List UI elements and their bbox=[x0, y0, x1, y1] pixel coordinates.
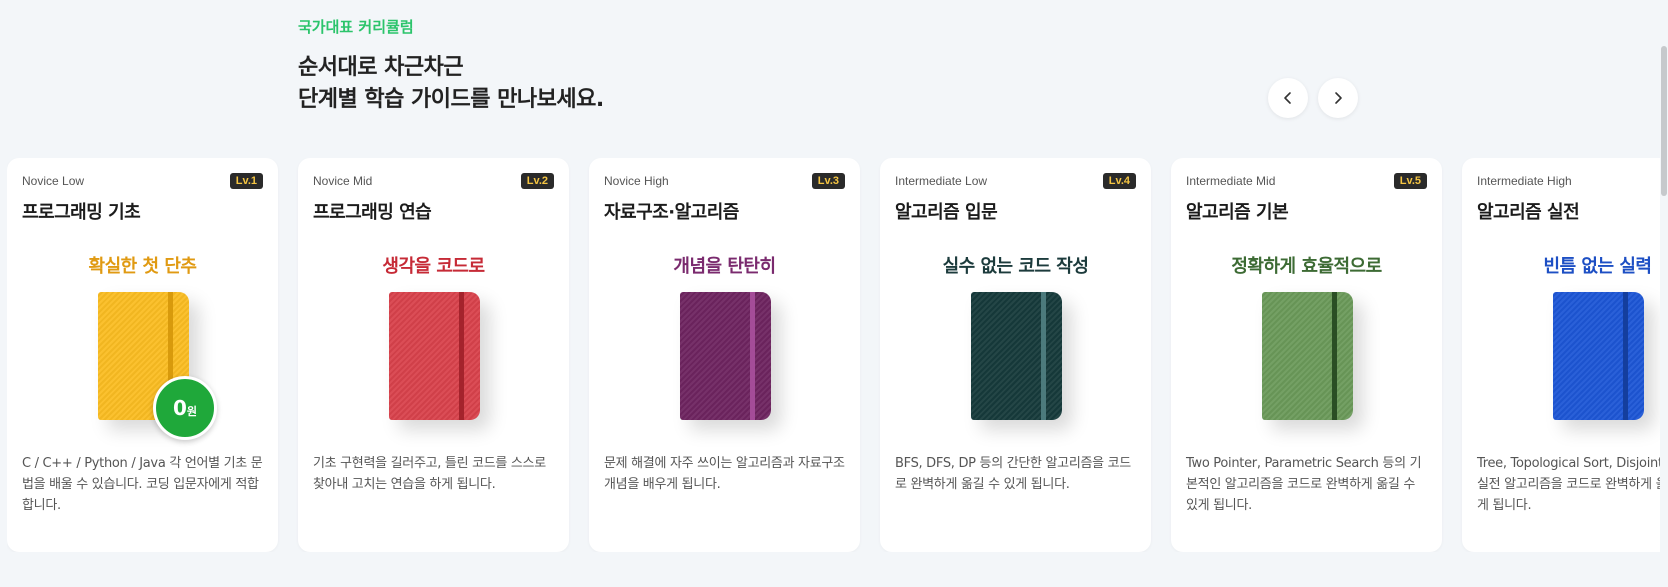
card-description: Tree, Topological Sort, Disjoint Set 등의 … bbox=[1477, 456, 1668, 513]
carousel-next-button[interactable] bbox=[1318, 78, 1358, 118]
card-description: C / C++ / Python / Java 각 언어별 기초 문법을 배울 … bbox=[22, 456, 263, 513]
curriculum-card-lv6[interactable]: Intermediate High 알고리즘 실전 빈틈 없는 실력 Tree,… bbox=[1462, 158, 1668, 552]
card-title: 자료구조·알고리즘 bbox=[604, 202, 739, 223]
card-level: Intermediate High bbox=[1477, 174, 1572, 188]
page-scrollbar[interactable] bbox=[1660, 0, 1668, 587]
chevron-right-icon bbox=[1335, 92, 1342, 104]
card-description: BFS, DFS, DP 등의 간단한 알고리즘을 코드로 완벽하게 옮길 수 … bbox=[895, 456, 1131, 492]
headline-line-2: 단계별 학습 가이드를 만나보세요. bbox=[298, 87, 604, 112]
card-title: 프로그래밍 연습 bbox=[313, 202, 432, 223]
card-level: Intermediate Mid bbox=[1186, 174, 1276, 188]
card-description: Two Pointer, Parametric Search 등의 기본적인 알… bbox=[1186, 456, 1422, 513]
carousel-prev-button[interactable] bbox=[1268, 78, 1308, 118]
level-badge: Lv.3 bbox=[811, 173, 845, 189]
curriculum-card-lv5[interactable]: Intermediate Mid Lv.5 알고리즘 기본 정확하게 효율적으로… bbox=[1171, 158, 1442, 552]
card-description: 문제 해결에 자주 쓰이는 알고리즘과 자료구조 개념을 배우게 됩니다. bbox=[604, 456, 845, 492]
card-tagline: 생각을 코드로 bbox=[382, 256, 485, 277]
card-tagline: 정확하게 효율적으로 bbox=[1231, 256, 1382, 277]
notebook-image bbox=[680, 292, 771, 420]
card-title: 알고리즘 기본 bbox=[1186, 202, 1289, 223]
card-level: Novice Mid bbox=[313, 174, 373, 188]
curriculum-card-lv4[interactable]: Intermediate Low Lv.4 알고리즘 입문 실수 없는 코드 작… bbox=[880, 158, 1151, 552]
chevron-left-icon bbox=[1284, 92, 1291, 104]
price-amount: 0 bbox=[172, 396, 187, 420]
notebook-image bbox=[1553, 292, 1644, 420]
card-tagline: 개념을 탄탄히 bbox=[673, 256, 776, 277]
card-tagline: 확실한 첫 단추 bbox=[88, 256, 197, 277]
card-description: 기초 구현력을 길러주고, 틀린 코드를 스스로 찾아내 고치는 연습을 하게 … bbox=[313, 456, 546, 492]
card-title: 프로그래밍 기초 bbox=[22, 202, 141, 223]
headline-line-1: 순서대로 차근차근 bbox=[298, 55, 464, 80]
curriculum-carousel: Novice Low Lv.1 프로그래밍 기초 확실한 첫 단추 0원 C /… bbox=[7, 158, 1668, 552]
free-price-badge: 0원 bbox=[153, 376, 217, 440]
card-title: 알고리즘 실전 bbox=[1477, 202, 1580, 223]
price-unit: 원 bbox=[186, 405, 198, 418]
level-badge: Lv.1 bbox=[229, 173, 263, 189]
card-level: Intermediate Low bbox=[895, 174, 988, 188]
level-badge: Lv.5 bbox=[1393, 173, 1427, 189]
card-title: 알고리즘 입문 bbox=[895, 202, 998, 223]
curriculum-card-lv2[interactable]: Novice Mid Lv.2 프로그래밍 연습 생각을 코드로 기초 구현력을… bbox=[298, 158, 569, 552]
card-level: Novice High bbox=[604, 174, 669, 188]
notebook-image bbox=[389, 292, 480, 420]
section-eyebrow: 국가대표 커리큘럼 bbox=[298, 18, 414, 36]
notebook-image bbox=[971, 292, 1062, 420]
card-tagline: 빈틈 없는 실력 bbox=[1543, 256, 1652, 277]
section-headline: 순서대로 차근차근 단계별 학습 가이드를 만나보세요. bbox=[298, 52, 604, 116]
level-badge: Lv.2 bbox=[520, 173, 554, 189]
scrollbar-thumb[interactable] bbox=[1661, 46, 1667, 196]
level-badge: Lv.4 bbox=[1102, 173, 1136, 189]
curriculum-card-lv1[interactable]: Novice Low Lv.1 프로그래밍 기초 확실한 첫 단추 0원 C /… bbox=[7, 158, 278, 552]
card-tagline: 실수 없는 코드 작성 bbox=[942, 256, 1089, 277]
card-level: Novice Low bbox=[22, 174, 85, 188]
curriculum-card-lv3[interactable]: Novice High Lv.3 자료구조·알고리즘 개념을 탄탄히 문제 해결… bbox=[589, 158, 860, 552]
notebook-image bbox=[1262, 292, 1353, 420]
